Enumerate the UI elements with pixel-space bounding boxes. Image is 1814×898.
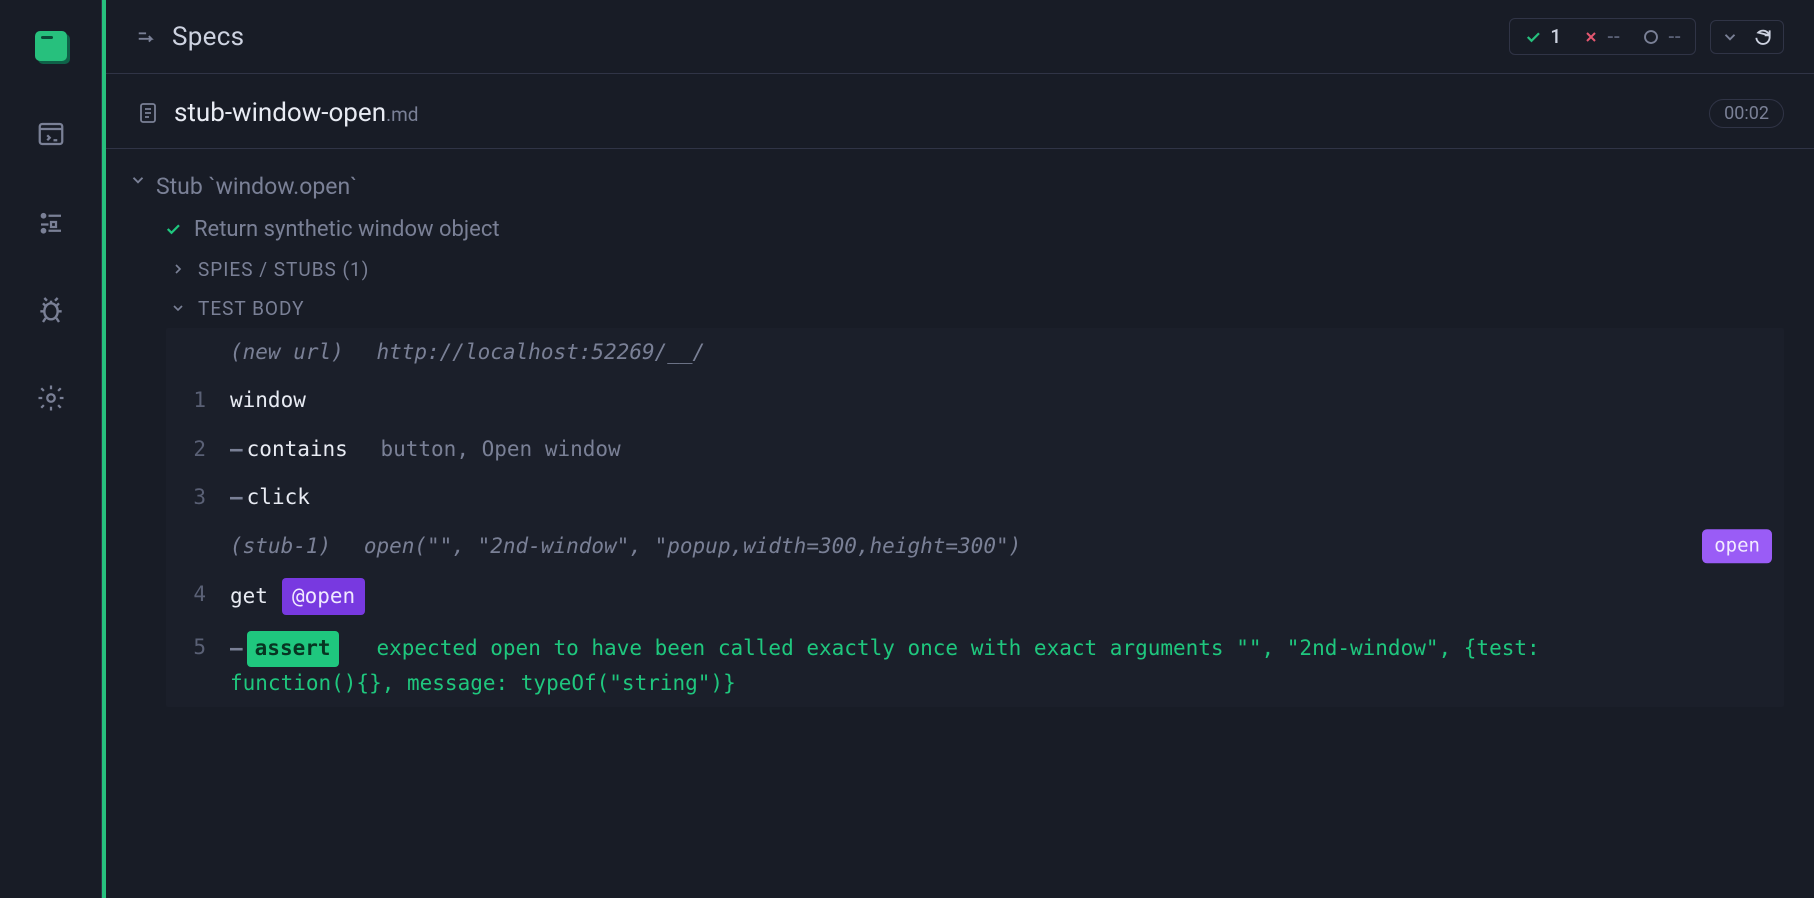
describe-row[interactable]: Stub `window.open`: [122, 165, 1784, 209]
chevron-down-icon: [128, 171, 148, 189]
log-new-url[interactable]: . (new url) http://localhost:52269/__/: [166, 328, 1784, 377]
command-log: . (new url) http://localhost:52269/__/ 1…: [166, 328, 1784, 707]
breadcrumb-title[interactable]: Specs: [172, 22, 244, 52]
logo[interactable]: [35, 30, 67, 62]
test-stats: 1 -- --: [1509, 18, 1696, 55]
check-icon: [164, 220, 182, 238]
spies-section-toggle[interactable]: SPIES / STUBS (1): [122, 258, 1784, 281]
runs-tab-icon[interactable]: [35, 206, 67, 238]
stat-passed: 1: [1524, 25, 1561, 48]
topbar: Specs 1 -- --: [106, 0, 1814, 74]
log-cmd-5[interactable]: 5 –assert expected open to have been cal…: [166, 623, 1784, 707]
file-icon: [136, 101, 160, 125]
test-body-section-toggle[interactable]: TEST BODY: [122, 297, 1784, 320]
breadcrumb-icon: [136, 26, 158, 48]
log-cmd-3[interactable]: 3 –click: [166, 473, 1784, 522]
stat-failed: --: [1583, 25, 1620, 48]
test-row[interactable]: Return synthetic window object: [122, 217, 1784, 242]
alias-pill: @open: [282, 578, 365, 615]
stub-name-badge: open: [1702, 529, 1772, 562]
reload-icon[interactable]: [1753, 27, 1773, 47]
reporter-body: Stub `window.open` Return synthetic wind…: [106, 149, 1814, 707]
specs-tab-icon[interactable]: [35, 118, 67, 150]
log-cmd-4[interactable]: 4 get @open: [166, 570, 1784, 623]
log-cmd-2[interactable]: 2 –contains button, Open window: [166, 425, 1784, 474]
main-panel: Specs 1 -- -- stub-window-op: [102, 0, 1814, 898]
spec-file-row: stub-window-open.md 00:02: [106, 74, 1814, 149]
settings-tab-icon[interactable]: [35, 382, 67, 414]
sidebar: [0, 0, 102, 898]
log-stub[interactable]: . (stub-1) open("", "2nd-window", "popup…: [166, 522, 1784, 571]
log-cmd-1[interactable]: 1 window: [166, 376, 1784, 425]
debug-tab-icon[interactable]: [35, 294, 67, 326]
chevron-down-icon: [1721, 28, 1739, 46]
duration-pill: 00:02: [1709, 99, 1784, 128]
run-controls[interactable]: [1710, 20, 1784, 54]
chevron-right-icon: [168, 261, 188, 277]
chevron-down-icon: [168, 300, 188, 316]
assert-pill: assert: [247, 631, 339, 667]
spec-file-name: stub-window-open.md: [174, 98, 418, 128]
stat-pending: --: [1642, 25, 1681, 48]
